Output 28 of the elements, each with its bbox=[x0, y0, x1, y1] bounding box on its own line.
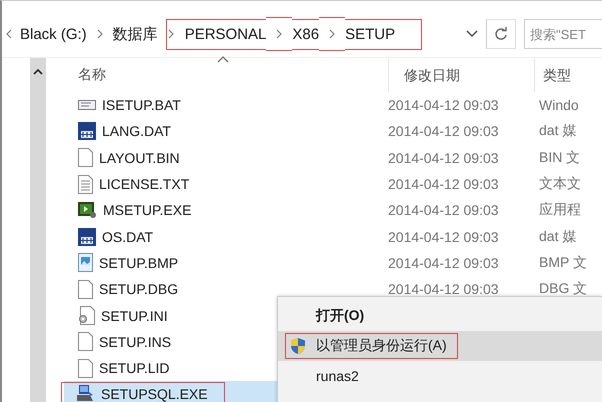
file-name: LAYOUT.BIN bbox=[99, 150, 180, 166]
file-name: SETUP.INS bbox=[99, 334, 172, 350]
file-type: DBG 文 bbox=[539, 280, 588, 298]
file-name: MSETUP.EXE bbox=[103, 202, 192, 218]
file-type: BIN 文 bbox=[539, 148, 580, 167]
modified-date: 2014-04-12 09:03 bbox=[388, 97, 500, 114]
file-type: 应用程 bbox=[539, 201, 581, 220]
file-type: dat 媒 bbox=[539, 228, 576, 246]
modified-date: 2014-04-12 09:03 bbox=[388, 123, 500, 140]
file-name: SETUP.INI bbox=[101, 308, 168, 324]
modified-date: 2014-04-12 09:03 bbox=[388, 202, 500, 218]
modified-date: 2014-04-12 09:03 bbox=[388, 176, 500, 192]
file-type: 文本文 bbox=[539, 175, 581, 194]
modified-date: 2014-04-12 09:03 bbox=[388, 254, 500, 271]
file-name: OS.DAT bbox=[102, 228, 154, 245]
modified-date: 2014-04-12 09:03 bbox=[388, 281, 500, 298]
file-type: Windo bbox=[539, 97, 579, 114]
file-name: SETUP.DBG bbox=[99, 281, 178, 298]
file-name: LANG.DAT bbox=[102, 123, 171, 140]
file-name: SETUPSQL.EXE bbox=[101, 386, 208, 402]
file-type: BMP 文 bbox=[539, 254, 587, 272]
file-name: ISETUP.BAT bbox=[102, 97, 181, 114]
file-name: SETUP.BMP bbox=[99, 254, 178, 271]
file-name: SETUP.LID bbox=[99, 360, 170, 376]
file-type: dat 媒 bbox=[539, 122, 576, 140]
file-name: LICENSE.TXT bbox=[99, 176, 190, 192]
modified-date: 2014-04-12 09:03 bbox=[388, 228, 500, 245]
modified-date: 2014-04-12 09:03 bbox=[388, 150, 500, 166]
